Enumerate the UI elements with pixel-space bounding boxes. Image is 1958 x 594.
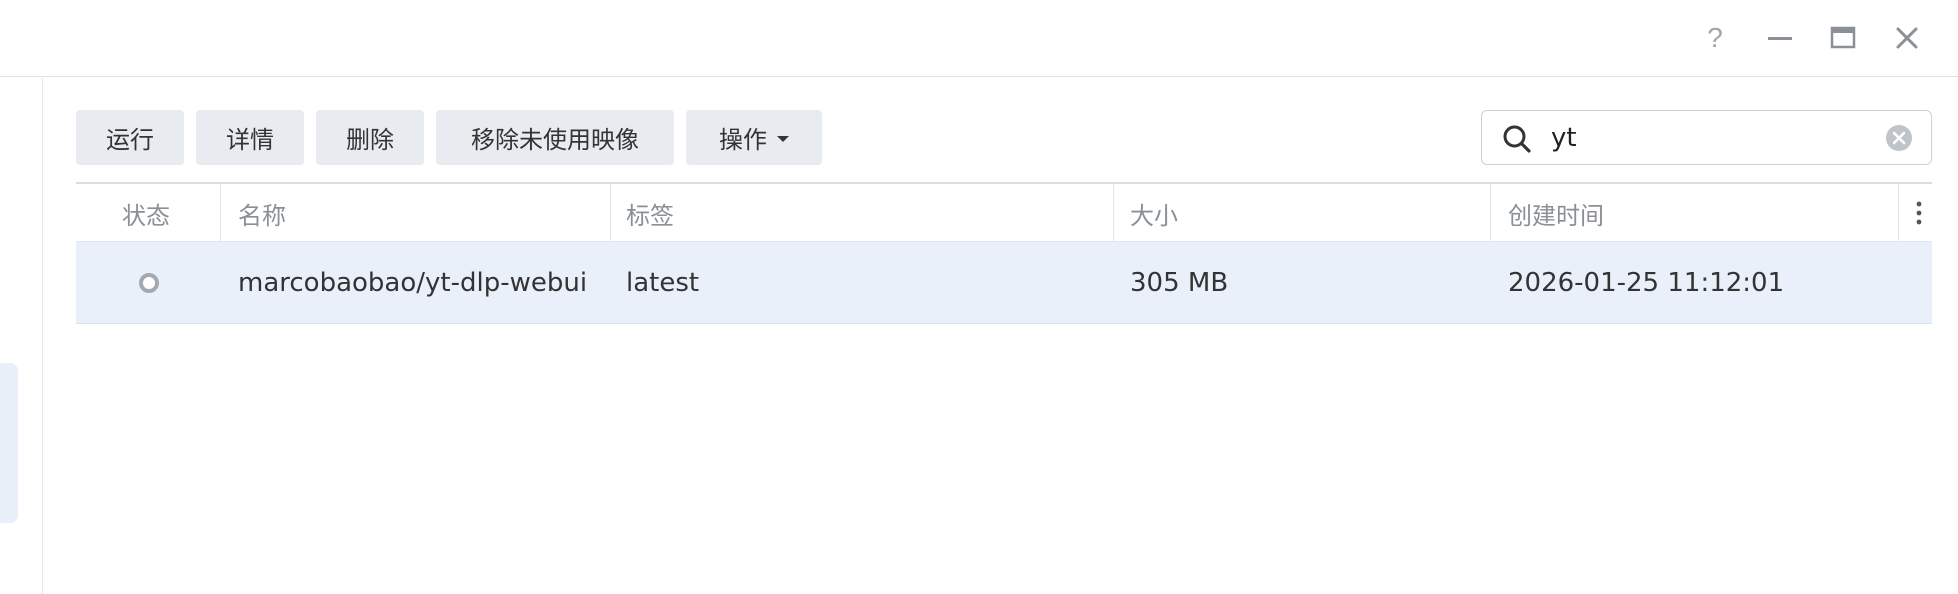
more-options-icon[interactable] — [1914, 200, 1924, 226]
search-field[interactable]: yt — [1481, 110, 1932, 165]
sidebar-selected-item[interactable] — [0, 363, 18, 523]
row-created-cell: 2026-01-25 11:12:01 — [1508, 268, 1785, 298]
details-button-label: 详情 — [226, 126, 274, 154]
column-divider — [1898, 184, 1899, 242]
search-input-value[interactable]: yt — [1551, 123, 1577, 153]
close-button[interactable] — [1887, 18, 1927, 58]
column-header-status-label: 状态 — [122, 201, 170, 230]
run-button-label: 运行 — [106, 126, 154, 154]
column-header-size[interactable]: 大小 — [1130, 184, 1178, 242]
svg-text:?: ? — [1707, 23, 1723, 53]
remove-unused-images-button[interactable]: 移除未使用映像 — [436, 110, 674, 165]
delete-button-label: 删除 — [346, 126, 394, 154]
column-divider[interactable] — [610, 184, 611, 242]
column-header-name-label: 名称 — [238, 201, 286, 230]
minimize-button[interactable] — [1760, 18, 1800, 58]
column-header-created[interactable]: 创建时间 — [1508, 184, 1604, 242]
table-header: 状态 名称 标签 大小 创建时间 — [76, 182, 1932, 242]
column-header-created-label: 创建时间 — [1508, 201, 1604, 230]
column-header-tag-label: 标签 — [626, 201, 674, 230]
run-button[interactable]: 运行 — [76, 110, 184, 165]
delete-button[interactable]: 删除 — [316, 110, 424, 165]
column-divider[interactable] — [1490, 184, 1491, 242]
remove-unused-images-label: 移除未使用映像 — [471, 126, 639, 154]
close-icon — [1896, 27, 1918, 49]
question-icon: ? — [1707, 23, 1723, 53]
row-size-cell: 305 MB — [1130, 268, 1229, 298]
column-header-size-label: 大小 — [1130, 201, 1178, 230]
column-divider[interactable] — [220, 184, 221, 242]
column-header-tag[interactable]: 标签 — [626, 184, 674, 242]
actions-dropdown-button[interactable]: 操作 — [686, 110, 822, 165]
details-button[interactable]: 详情 — [196, 110, 304, 165]
clear-icon[interactable] — [1885, 124, 1913, 152]
row-tag-cell: latest — [626, 268, 700, 298]
status-stopped-icon — [139, 273, 159, 293]
maximize-icon — [1830, 26, 1856, 49]
row-name-cell: marcobaobao/yt-dlp-webui — [238, 268, 588, 298]
actions-dropdown-label: 操作 — [719, 126, 767, 154]
column-header-name[interactable]: 名称 — [238, 184, 286, 242]
table-row[interactable]: marcobaobao/yt-dlp-webui latest 305 MB 2… — [76, 242, 1932, 324]
minimize-icon — [1768, 37, 1792, 40]
column-divider[interactable] — [1113, 184, 1114, 242]
caret-down-icon — [777, 135, 789, 142]
title-bar: ? — [0, 0, 1958, 77]
sidebar — [0, 78, 43, 594]
maximize-button[interactable] — [1823, 18, 1863, 58]
search-icon — [1503, 125, 1531, 153]
help-button[interactable]: ? — [1695, 18, 1735, 58]
column-header-status[interactable]: 状态 — [122, 184, 170, 242]
